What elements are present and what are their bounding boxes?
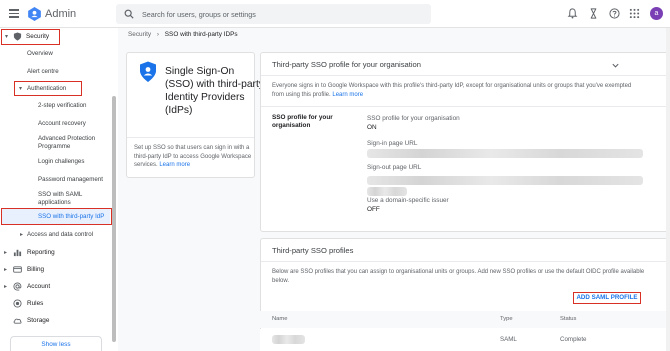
panel-title: Third-party SSO profiles xyxy=(272,246,354,255)
sidebar-item-billing[interactable]: Billing xyxy=(27,266,44,273)
panel-divider xyxy=(261,75,669,76)
sign-out-url-label: Sign-out page URL xyxy=(367,164,422,171)
panel-description: Below are SSO profiles that you can assi… xyxy=(272,269,645,284)
chevron-right-icon: ▸ xyxy=(4,284,8,290)
sidebar-item-account[interactable]: Account xyxy=(27,283,50,290)
table-row[interactable]: SAML Complete xyxy=(260,329,669,351)
security-shield-icon xyxy=(140,61,156,82)
learn-more-link[interactable]: Learn more xyxy=(159,162,190,168)
breadcrumb-current: SSO with third-party IDPs xyxy=(164,31,238,38)
rules-icon xyxy=(13,299,22,308)
sso-profile-label: SSO profile for your organisation xyxy=(367,115,460,122)
admin-logo-icon[interactable] xyxy=(28,7,41,21)
sidebar-item-authentication[interactable]: Authentication xyxy=(27,85,66,93)
search-input[interactable]: Search for users, groups or settings xyxy=(116,4,431,24)
chevron-right-icon: ▸ xyxy=(20,232,24,238)
panel-divider xyxy=(261,261,669,262)
breadcrumb-separator: › xyxy=(156,31,160,38)
menu-icon[interactable] xyxy=(9,9,19,18)
sidebar-item-sso-third-party[interactable]: SSO with third-party IdP xyxy=(38,213,104,221)
cloud-icon xyxy=(13,318,22,324)
sidebar-item-advanced-protection[interactable]: Advanced Protection Programme xyxy=(38,135,106,151)
sidebar-item-reporting[interactable]: Reporting xyxy=(27,249,55,256)
learn-more-link[interactable]: Learn more xyxy=(332,92,363,98)
bar-chart-icon xyxy=(13,249,22,257)
panel-title: Third-party SSO profile for your organis… xyxy=(272,60,421,69)
card-divider xyxy=(127,137,254,138)
issuer-value: OFF xyxy=(367,206,380,213)
panel-description: Everyone signs in to Google Workspace wi… xyxy=(272,83,632,98)
table-header: Name Type Status xyxy=(260,311,669,328)
sso-profile-value: ON xyxy=(367,124,377,131)
redacted-sign-in-url xyxy=(367,149,643,158)
apps-grid-icon[interactable] xyxy=(629,8,640,19)
at-sign-icon xyxy=(13,282,22,291)
top-bar: Admin Search for users, groups or settin… xyxy=(0,0,670,28)
sidebar-item-security[interactable]: Security xyxy=(26,33,49,40)
chevron-right-icon: ▸ xyxy=(4,250,8,256)
profile-type: SAML xyxy=(500,336,517,343)
page-scrollbar[interactable] xyxy=(666,28,670,351)
credit-card-icon xyxy=(13,266,22,273)
app-title[interactable]: Admin xyxy=(45,8,76,20)
shield-icon xyxy=(13,32,22,41)
chevron-down-icon[interactable] xyxy=(611,61,620,70)
sign-in-url-label: Sign-in page URL xyxy=(367,140,418,147)
search-icon xyxy=(124,9,134,19)
column-header-status[interactable]: Status xyxy=(560,316,576,322)
sidebar-item-password-management[interactable]: Password management xyxy=(38,176,103,184)
bell-icon[interactable] xyxy=(567,8,578,19)
intro-card-description: Set up SSO so that users can sign in wit… xyxy=(134,145,252,168)
column-header-type[interactable]: Type xyxy=(500,316,513,322)
sidebar-item-sso-saml[interactable]: SSO with SAML applications xyxy=(38,191,98,207)
redacted-sign-out-url-continued xyxy=(367,187,407,196)
intro-card-title: Single Sign-On (SSO) with third-party Id… xyxy=(165,66,264,116)
add-saml-profile-button[interactable]: ADD SAML PROFILE xyxy=(573,292,641,304)
sidebar-item-login-challenges[interactable]: Login challenges xyxy=(38,158,84,166)
section-label: SSO profile for your organisation xyxy=(272,114,333,129)
redacted-sign-out-url xyxy=(367,176,643,185)
chevron-down-icon: ▾ xyxy=(19,86,23,92)
sidebar-item-2-step-verification[interactable]: 2-step verification xyxy=(38,102,87,110)
sso-intro-card: Single Sign-On (SSO) with third-party Id… xyxy=(126,52,264,178)
hourglass-icon[interactable] xyxy=(588,8,599,19)
breadcrumb: Security › SSO with third-party IDPs xyxy=(128,31,238,38)
sidebar-item-access-data-control[interactable]: Access and data control xyxy=(27,231,93,239)
help-icon[interactable] xyxy=(609,8,620,19)
sidebar-item-storage[interactable]: Storage xyxy=(27,317,49,324)
redacted-profile-name xyxy=(272,335,305,344)
panel-divider xyxy=(261,106,669,107)
sidebar: ▾ Security Overview Alert centre ▾ Authe… xyxy=(0,28,118,351)
chevron-down-icon: ▾ xyxy=(5,34,9,40)
sidebar-item-alert-centre[interactable]: Alert centre xyxy=(27,68,59,76)
chevron-right-icon: ▸ xyxy=(4,267,8,273)
sidebar-item-rules[interactable]: Rules xyxy=(27,300,43,307)
org-sso-profile-panel: Third-party SSO profile for your organis… xyxy=(260,52,670,232)
sidebar-item-account-recovery[interactable]: Account recovery xyxy=(38,120,86,128)
column-header-name[interactable]: Name xyxy=(272,316,287,322)
breadcrumb-root[interactable]: Security xyxy=(128,31,151,38)
sidebar-scrollbar[interactable] xyxy=(112,96,116,342)
issuer-label: Use a domain-specific issuer xyxy=(367,197,449,204)
sidebar-item-overview[interactable]: Overview xyxy=(27,50,53,58)
avatar[interactable]: a xyxy=(650,7,663,20)
show-less-button[interactable]: Show less xyxy=(10,336,102,351)
profile-status: Complete xyxy=(560,336,587,343)
search-placeholder: Search for users, groups or settings xyxy=(142,10,256,19)
